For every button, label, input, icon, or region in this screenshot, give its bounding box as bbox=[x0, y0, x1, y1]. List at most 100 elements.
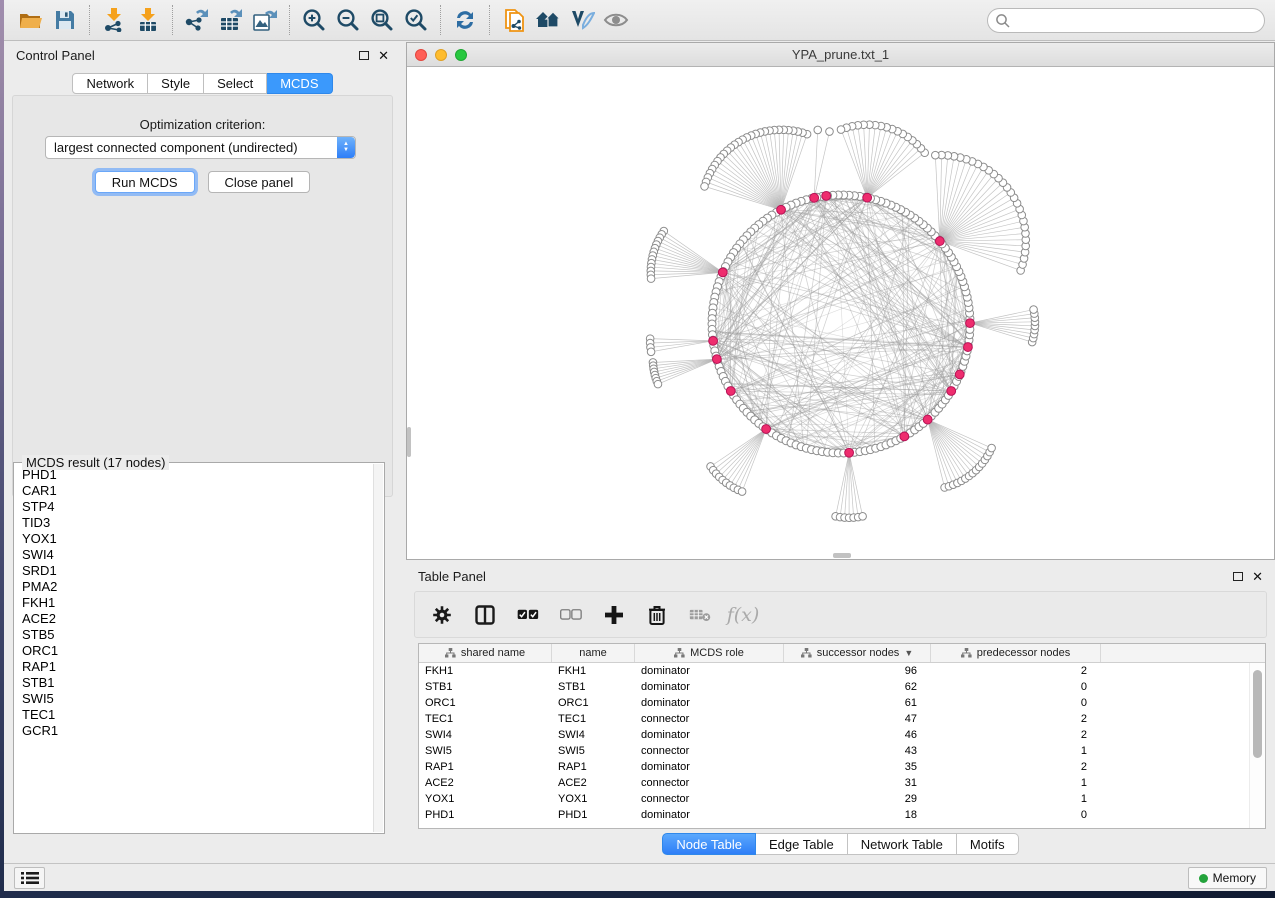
network-node[interactable] bbox=[647, 348, 655, 356]
table-row[interactable]: ACE2ACE2connector311 bbox=[419, 775, 1265, 791]
add-column-icon[interactable] bbox=[603, 604, 625, 626]
table-row[interactable]: YOX1YOX1connector291 bbox=[419, 791, 1265, 807]
table-cell[interactable]: connector bbox=[635, 743, 784, 759]
column-header-name[interactable]: name bbox=[552, 644, 635, 662]
mcds-result-item[interactable]: PHD1 bbox=[15, 467, 372, 483]
zoom-selected-icon[interactable] bbox=[399, 4, 433, 36]
mcds-result-item[interactable]: SWI4 bbox=[15, 547, 372, 563]
table-cell[interactable]: connector bbox=[635, 775, 784, 791]
table-cell[interactable]: 0 bbox=[931, 695, 1101, 711]
table-cell[interactable]: dominator bbox=[635, 807, 784, 823]
tab-select[interactable]: Select bbox=[204, 73, 267, 94]
mcds-hub-node[interactable] bbox=[726, 387, 735, 396]
table-cell[interactable]: 0 bbox=[931, 679, 1101, 695]
search-input[interactable] bbox=[1014, 13, 1244, 28]
table-cell[interactable]: 2 bbox=[931, 727, 1101, 743]
table-cell[interactable]: SWI4 bbox=[419, 727, 552, 743]
open-file-icon[interactable] bbox=[14, 4, 48, 36]
table-cell[interactable]: ORC1 bbox=[419, 695, 552, 711]
mcds-result-item[interactable]: ORC1 bbox=[15, 643, 372, 659]
table-row[interactable]: FKH1FKH1dominator962 bbox=[419, 663, 1265, 679]
criterion-dropdown[interactable]: largest connected component (undirected)… bbox=[45, 136, 356, 159]
mcds-hub-node[interactable] bbox=[822, 191, 831, 200]
session-home-icon[interactable] bbox=[531, 4, 565, 36]
save-icon[interactable] bbox=[48, 4, 82, 36]
table-cell[interactable]: 1 bbox=[931, 775, 1101, 791]
table-cell[interactable]: dominator bbox=[635, 679, 784, 695]
table-cell[interactable]: SWI5 bbox=[552, 743, 635, 759]
table-cell[interactable]: 2 bbox=[931, 711, 1101, 727]
table-cell[interactable]: RAP1 bbox=[419, 759, 552, 775]
tab-motifs[interactable]: Motifs bbox=[957, 833, 1019, 855]
style-vision-icon[interactable] bbox=[565, 4, 599, 36]
table-cell[interactable]: 35 bbox=[784, 759, 931, 775]
mcds-result-item[interactable]: ACE2 bbox=[15, 611, 372, 627]
network-node[interactable] bbox=[647, 275, 655, 283]
network-node[interactable] bbox=[826, 128, 834, 136]
table-row[interactable]: SWI4SWI4dominator462 bbox=[419, 727, 1265, 743]
mcds-result-item[interactable]: SWI5 bbox=[15, 691, 372, 707]
table-cell[interactable]: ACE2 bbox=[419, 775, 552, 791]
table-cell[interactable]: ACE2 bbox=[552, 775, 635, 791]
float-panel-icon[interactable] bbox=[359, 51, 369, 60]
table-cell[interactable]: TEC1 bbox=[419, 711, 552, 727]
show-columns-icon[interactable] bbox=[474, 604, 496, 626]
close-panel-icon[interactable]: ✕ bbox=[378, 49, 389, 62]
mcds-hub-node[interactable] bbox=[712, 355, 721, 364]
table-cell[interactable]: STB1 bbox=[419, 679, 552, 695]
mcds-hub-node[interactable] bbox=[966, 319, 975, 328]
table-cell[interactable]: SWI4 bbox=[552, 727, 635, 743]
column-header-shared-name[interactable]: shared name bbox=[419, 644, 552, 662]
table-cell[interactable]: connector bbox=[635, 711, 784, 727]
mcds-result-item[interactable]: TEC1 bbox=[15, 707, 372, 723]
zoom-out-icon[interactable] bbox=[331, 4, 365, 36]
import-table-icon[interactable] bbox=[131, 4, 165, 36]
tab-edge-table[interactable]: Edge Table bbox=[756, 833, 848, 855]
table-row[interactable]: TEC1TEC1connector472 bbox=[419, 711, 1265, 727]
mcds-result-item[interactable]: YOX1 bbox=[15, 531, 372, 547]
network-node[interactable] bbox=[814, 126, 822, 134]
table-cell[interactable]: FKH1 bbox=[419, 663, 552, 679]
mcds-hub-node[interactable] bbox=[810, 193, 819, 202]
mcds-result-item[interactable]: SRD1 bbox=[15, 563, 372, 579]
mcds-result-item[interactable]: GCR1 bbox=[15, 723, 372, 739]
table-cell[interactable]: 96 bbox=[784, 663, 931, 679]
delete-table-icon[interactable] bbox=[689, 604, 711, 626]
table-row[interactable]: ORC1ORC1dominator610 bbox=[419, 695, 1265, 711]
export-image-icon[interactable] bbox=[248, 4, 282, 36]
mcds-result-item[interactable]: FKH1 bbox=[15, 595, 372, 611]
table-cell[interactable]: ORC1 bbox=[552, 695, 635, 711]
close-panel-button[interactable]: Close panel bbox=[208, 171, 311, 193]
mcds-hub-node[interactable] bbox=[863, 193, 872, 202]
table-scrollbar[interactable] bbox=[1249, 663, 1265, 828]
network-horizontal-scrollbar[interactable] bbox=[833, 553, 851, 558]
network-node[interactable] bbox=[701, 183, 709, 191]
import-network-icon[interactable] bbox=[97, 4, 131, 36]
mcds-hub-node[interactable] bbox=[718, 268, 727, 277]
mcds-result-item[interactable]: TID3 bbox=[15, 515, 372, 531]
export-network-icon[interactable] bbox=[180, 4, 214, 36]
mcds-hub-node[interactable] bbox=[900, 432, 909, 441]
table-cell[interactable]: dominator bbox=[635, 695, 784, 711]
table-cell[interactable]: TEC1 bbox=[552, 711, 635, 727]
table-cell[interactable]: 61 bbox=[784, 695, 931, 711]
network-node[interactable] bbox=[859, 513, 867, 521]
export-table-icon[interactable] bbox=[214, 4, 248, 36]
network-node[interactable] bbox=[837, 126, 845, 134]
table-cell[interactable]: PHD1 bbox=[419, 807, 552, 823]
table-cell[interactable]: 47 bbox=[784, 711, 931, 727]
table-cell[interactable]: 2 bbox=[931, 663, 1101, 679]
table-row[interactable]: STB1STB1dominator620 bbox=[419, 679, 1265, 695]
float-table-panel-icon[interactable] bbox=[1233, 572, 1243, 581]
table-cell[interactable]: YOX1 bbox=[552, 791, 635, 807]
search-field[interactable] bbox=[987, 8, 1265, 33]
table-cell[interactable]: dominator bbox=[635, 727, 784, 743]
table-row[interactable]: SWI5SWI5connector431 bbox=[419, 743, 1265, 759]
mcds-result-item[interactable]: STB5 bbox=[15, 627, 372, 643]
run-mcds-button[interactable]: Run MCDS bbox=[95, 171, 195, 193]
select-all-icon[interactable] bbox=[517, 604, 539, 626]
network-node[interactable] bbox=[988, 444, 996, 452]
table-scrollbar-thumb[interactable] bbox=[1253, 670, 1262, 758]
mcds-result-item[interactable]: CAR1 bbox=[15, 483, 372, 499]
tab-style[interactable]: Style bbox=[148, 73, 204, 94]
